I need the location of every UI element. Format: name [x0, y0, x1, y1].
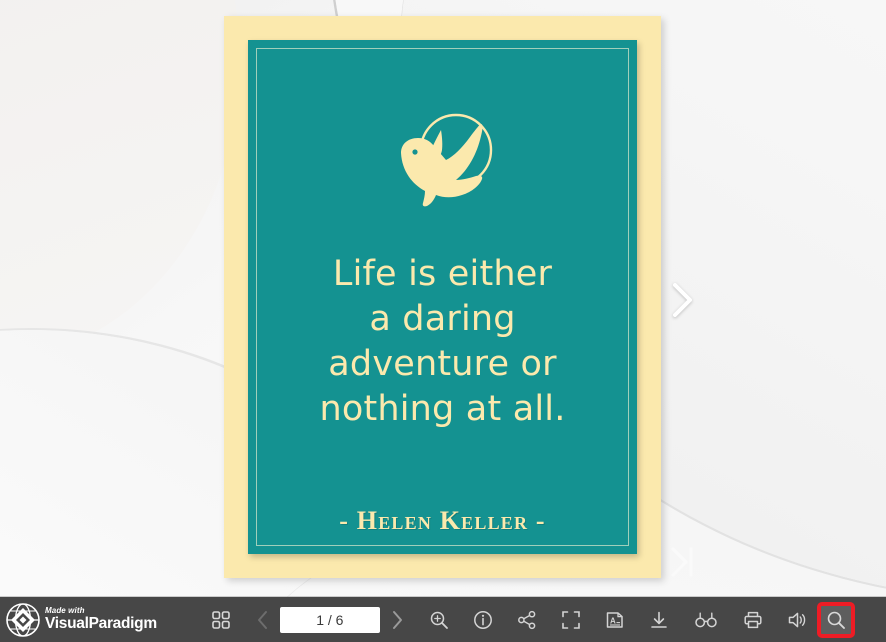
- bottom-toolbar: Made with VisualParadigm 1 / 6 A: [0, 597, 886, 642]
- fullscreen-brackets-icon: [562, 610, 580, 629]
- text-view-button[interactable]: A: [598, 604, 632, 636]
- speaker-icon: [788, 612, 806, 627]
- page-number-input[interactable]: 1 / 6: [279, 606, 380, 633]
- print-button[interactable]: [736, 604, 770, 636]
- thumbnails-button[interactable]: [204, 604, 238, 636]
- download-arrow-icon: [651, 611, 667, 628]
- svg-text:A: A: [610, 616, 616, 625]
- visual-paradigm-globe-logo: [6, 602, 40, 637]
- grid-icon: [212, 610, 230, 629]
- glasses-icon: [695, 612, 717, 627]
- magnifier-plus-icon: [430, 611, 448, 629]
- zoom-in-button[interactable]: [422, 604, 456, 636]
- chevron-left-icon: [257, 610, 267, 629]
- brand-name-label: VisualParadigm: [45, 615, 157, 633]
- skip-to-last-icon: [671, 547, 693, 577]
- document-text-icon: A: [606, 611, 623, 628]
- share-nodes-icon: [517, 610, 536, 629]
- slide-page[interactable]: Life is either a daring adventure or not…: [224, 16, 661, 578]
- download-button[interactable]: [642, 604, 676, 636]
- chevron-right-icon: [673, 283, 692, 317]
- toolbar-prev-page-button[interactable]: [248, 604, 278, 636]
- info-circle-icon: [473, 610, 492, 629]
- sound-button[interactable]: [780, 604, 814, 636]
- dove-illustration: [248, 110, 637, 214]
- printer-icon: [744, 611, 762, 628]
- toolbar-next-page-button[interactable]: [382, 604, 412, 636]
- dove-icon: [400, 113, 492, 207]
- next-page-arrow[interactable]: [666, 278, 698, 322]
- info-button[interactable]: [466, 604, 500, 636]
- presentation-viewer: Life is either a daring adventure or not…: [0, 0, 886, 642]
- share-button[interactable]: [510, 604, 544, 636]
- last-page-arrow[interactable]: [665, 540, 699, 584]
- quote-text: Life is either a daring adventure or not…: [319, 254, 566, 429]
- visual-paradigm-brand[interactable]: Made with VisualParadigm: [4, 597, 157, 642]
- chevron-right-icon: [392, 610, 402, 629]
- brand-made-with-label: Made with: [45, 606, 85, 616]
- reading-mode-button[interactable]: [686, 604, 726, 636]
- fullscreen-button[interactable]: [554, 604, 588, 636]
- search-button[interactable]: [816, 601, 855, 638]
- magnifier-icon: [827, 611, 845, 629]
- quote-author: - Helen Keller -: [339, 506, 546, 535]
- quote-panel: Life is either a daring adventure or not…: [248, 40, 637, 554]
